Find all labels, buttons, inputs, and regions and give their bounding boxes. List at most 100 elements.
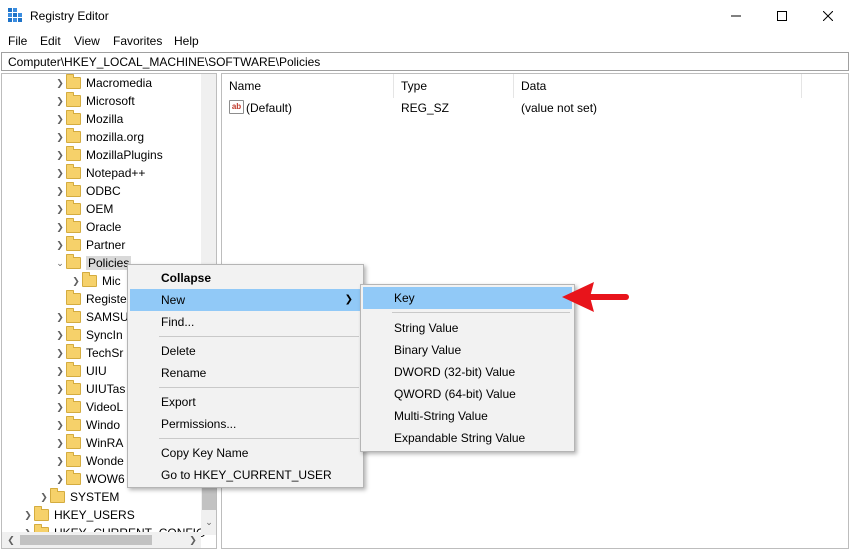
chevron-right-icon[interactable]: ❯: [54, 452, 66, 470]
tree-item[interactable]: ❯ mozilla.org: [54, 128, 144, 146]
menu-separator: [159, 387, 359, 388]
menu-item-delete[interactable]: Delete: [130, 340, 361, 362]
tree-item[interactable]: ❯ SAMSU: [54, 308, 129, 326]
menu-item-find[interactable]: Find...: [130, 311, 361, 333]
menu-separator: [159, 336, 359, 337]
chevron-down-icon[interactable]: ⌄: [54, 254, 66, 272]
chevron-left-icon[interactable]: ❮: [4, 532, 18, 548]
tree-item[interactable]: ❯ SYSTEM: [38, 488, 119, 506]
menu-help[interactable]: Help: [174, 34, 199, 48]
menu-file[interactable]: File: [8, 34, 27, 48]
menu-item-permissions[interactable]: Permissions...: [130, 413, 361, 435]
folder-icon: [66, 236, 81, 251]
tree-item[interactable]: ❯ WOW6: [54, 470, 125, 488]
menu-item-export[interactable]: Export: [130, 391, 361, 413]
menu-favorites[interactable]: Favorites: [113, 34, 162, 48]
value-data: (value not set): [521, 101, 598, 115]
tree-item[interactable]: ❯ Macromedia: [54, 74, 152, 92]
tree-item[interactable]: ❯ SyncIn: [54, 326, 123, 344]
chevron-right-icon[interactable]: ❯: [54, 164, 66, 182]
tree-item-label: OEM: [86, 202, 114, 216]
chevron-right-icon[interactable]: ❯: [54, 416, 66, 434]
folder-icon: [66, 110, 81, 125]
menu-item-copy-key-name[interactable]: Copy Key Name: [130, 442, 361, 464]
chevron-right-icon[interactable]: ❯: [54, 128, 66, 146]
tree-item-label: Notepad++: [86, 166, 146, 180]
tree-item[interactable]: ❯ Wonde: [54, 452, 124, 470]
close-icon: [823, 10, 833, 21]
chevron-right-icon[interactable]: ❯: [54, 200, 66, 218]
tree-item[interactable]: ❯ Mozilla: [54, 110, 123, 128]
submenu-item-multi-string-value[interactable]: Multi-String Value: [363, 405, 572, 427]
folder-icon: [66, 74, 81, 89]
tree-item[interactable]: ❯ TechSr: [54, 344, 123, 362]
menu-item-new[interactable]: New ❯: [130, 289, 361, 311]
menu-item-collapse[interactable]: Collapse: [130, 267, 361, 289]
chevron-right-icon[interactable]: ❯: [54, 218, 66, 236]
tree-item[interactable]: ❯ Microsoft: [54, 92, 135, 110]
chevron-right-icon[interactable]: ❯: [54, 236, 66, 254]
chevron-right-icon[interactable]: ❯: [38, 488, 50, 506]
chevron-right-icon[interactable]: ❯: [54, 398, 66, 416]
tree-item-label: Microsoft: [86, 94, 135, 108]
maximize-button[interactable]: [759, 0, 805, 31]
chevron-right-icon[interactable]: ❯: [54, 434, 66, 452]
tree-item[interactable]: ❯ Windo: [54, 416, 120, 434]
submenu-item-string-value[interactable]: String Value: [363, 317, 572, 339]
chevron-right-icon[interactable]: ❯: [22, 506, 34, 524]
menu-separator: [392, 312, 570, 313]
folder-icon: [66, 452, 81, 467]
chevron-right-icon[interactable]: ❯: [54, 326, 66, 344]
tree-item[interactable]: ❯ Oracle: [54, 218, 121, 236]
chevron-right-icon[interactable]: ❯: [54, 362, 66, 380]
tree-item[interactable]: ❯ ODBC: [54, 182, 121, 200]
column-header-data[interactable]: Data: [514, 74, 802, 98]
chevron-right-icon[interactable]: ❯: [54, 110, 66, 128]
tree-item-label: Wonde: [86, 454, 124, 468]
chevron-right-icon[interactable]: ❯: [54, 182, 66, 200]
tree-horizontal-scroll-thumb[interactable]: [20, 535, 152, 545]
table-row[interactable]: ab (Default) REG_SZ (value not set): [222, 98, 802, 118]
tree-item[interactable]: ❯ Mic: [70, 272, 121, 290]
column-header-type[interactable]: Type: [394, 74, 514, 98]
menu-edit[interactable]: Edit: [40, 34, 61, 48]
chevron-right-icon[interactable]: ❯: [54, 470, 66, 488]
chevron-right-icon[interactable]: ❯: [54, 308, 66, 326]
tree-item[interactable]: ❯ WinRA: [54, 434, 123, 452]
address-bar[interactable]: Computer\HKEY_LOCAL_MACHINE\SOFTWARE\Pol…: [1, 52, 849, 71]
submenu-item-binary-value[interactable]: Binary Value: [363, 339, 572, 361]
tree-item[interactable]: ❯ Partner: [54, 236, 125, 254]
submenu-item-qword-value[interactable]: QWORD (64-bit) Value: [363, 383, 572, 405]
chevron-right-icon[interactable]: ❯: [54, 74, 66, 92]
menu-item-go-to-hkcu[interactable]: Go to HKEY_CURRENT_USER: [130, 464, 361, 486]
menu-view[interactable]: View: [74, 34, 100, 48]
tree-item[interactable]: ❯ HKEY_USERS: [22, 506, 135, 524]
chevron-right-icon[interactable]: ❯: [54, 344, 66, 362]
chevron-right-icon[interactable]: ❯: [54, 146, 66, 164]
tree-item[interactable]: Registe: [54, 290, 127, 308]
chevron-right-icon[interactable]: ❯: [186, 532, 200, 548]
maximize-icon: [777, 10, 787, 21]
close-button[interactable]: [805, 0, 851, 31]
chevron-down-icon[interactable]: ⌄: [201, 514, 216, 530]
folder-icon: [66, 164, 81, 179]
folder-icon: [66, 92, 81, 107]
column-header-name[interactable]: Name: [222, 74, 394, 98]
red-arrow-icon: [562, 282, 629, 312]
chevron-right-icon[interactable]: ❯: [70, 272, 82, 290]
minimize-button[interactable]: [713, 0, 759, 31]
folder-icon: [66, 470, 81, 485]
menu-item-rename[interactable]: Rename: [130, 362, 361, 384]
chevron-right-icon[interactable]: ❯: [54, 92, 66, 110]
submenu-item-dword-value[interactable]: DWORD (32-bit) Value: [363, 361, 572, 383]
tree-item[interactable]: ❯ UIUTas: [54, 380, 125, 398]
tree-item[interactable]: ❯ VideoL: [54, 398, 123, 416]
tree-item[interactable]: ❯ Notepad++: [54, 164, 145, 182]
submenu-item-expandable-string-value[interactable]: Expandable String Value: [363, 427, 572, 449]
submenu-item-key[interactable]: Key: [363, 287, 572, 309]
tree-item[interactable]: ❯ UIU: [54, 362, 107, 380]
tree-item[interactable]: ❯ OEM: [54, 200, 113, 218]
chevron-right-icon[interactable]: ❯: [54, 380, 66, 398]
tree-item-policies[interactable]: ⌄ Policies: [54, 254, 132, 272]
tree-item[interactable]: ❯ MozillaPlugins: [54, 146, 163, 164]
